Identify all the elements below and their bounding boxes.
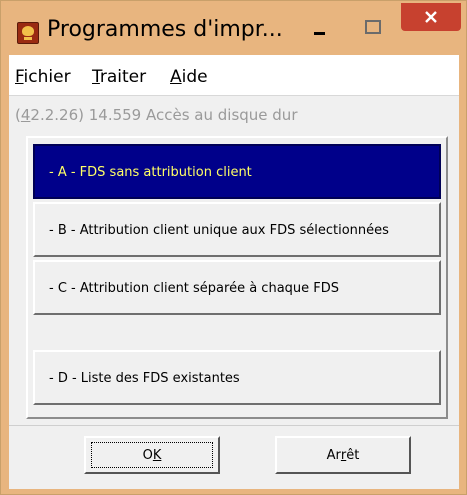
maximize-button[interactable]	[351, 11, 395, 43]
menu-fichier-rest: ichier	[23, 67, 71, 87]
close-icon	[425, 11, 437, 23]
minimize-button[interactable]	[297, 11, 341, 43]
option-d-button[interactable]: - D - Liste des FDS existantes	[33, 350, 441, 405]
stop-label-pre: Ar	[326, 447, 341, 463]
status-bar: (42.2.26) 14.559 Accès au disque dur	[9, 95, 459, 132]
option-c-button[interactable]: - C - Attribution client séparée à chaqu…	[33, 260, 441, 315]
close-button[interactable]	[401, 3, 461, 31]
menu-fichier-accel: F	[15, 67, 24, 87]
option-b-button[interactable]: - B - Attribution client unique aux FDS …	[33, 202, 441, 257]
option-a-label: - A - FDS sans attribution client	[49, 165, 252, 180]
menu-aide[interactable]: Aide	[170, 67, 208, 87]
option-a-button[interactable]: - A - FDS sans attribution client	[33, 144, 441, 199]
title-bar[interactable]: Programmes d'impr...	[1, 1, 466, 55]
dialog-content: - A - FDS sans attribution client - B - …	[9, 131, 459, 489]
menu-traiter[interactable]: Traiter	[92, 67, 146, 87]
menu-aide-accel: A	[170, 67, 182, 87]
maximize-icon	[365, 20, 381, 34]
minimize-icon	[313, 31, 325, 35]
status-rest: 2.2.26) 14.559 Accès au disque dur	[30, 106, 298, 124]
focus-rect	[91, 442, 213, 468]
option-c-label: - C - Attribution client séparée à chaqu…	[49, 281, 340, 296]
stop-label-rest: êt	[346, 447, 360, 463]
menu-aide-rest: ide	[181, 67, 208, 87]
skull-crossbones-icon[interactable]	[17, 22, 39, 44]
menu-traiter-rest: raiter	[99, 67, 147, 87]
ok-button[interactable]: OK	[84, 436, 220, 474]
status-accel: 4	[20, 106, 31, 124]
menu-bar: Fichier Traiter Aide	[9, 55, 459, 95]
app-window: Programmes d'impr... Fichier Traiter Aid…	[0, 0, 467, 495]
options-panel: - A - FDS sans attribution client - B - …	[26, 136, 448, 419]
window-title: Programmes d'impr...	[47, 17, 283, 42]
menu-traiter-accel: T	[92, 67, 100, 87]
option-b-label: - B - Attribution client unique aux FDS …	[49, 223, 389, 238]
status-text: (42.2.26) 14.559 Accès au disque dur	[15, 106, 297, 124]
option-d-label: - D - Liste des FDS existantes	[49, 371, 240, 386]
stop-button[interactable]: Ar r êt	[275, 436, 411, 474]
footer-divider	[9, 425, 459, 426]
menu-fichier[interactable]: Fichier	[15, 67, 71, 87]
